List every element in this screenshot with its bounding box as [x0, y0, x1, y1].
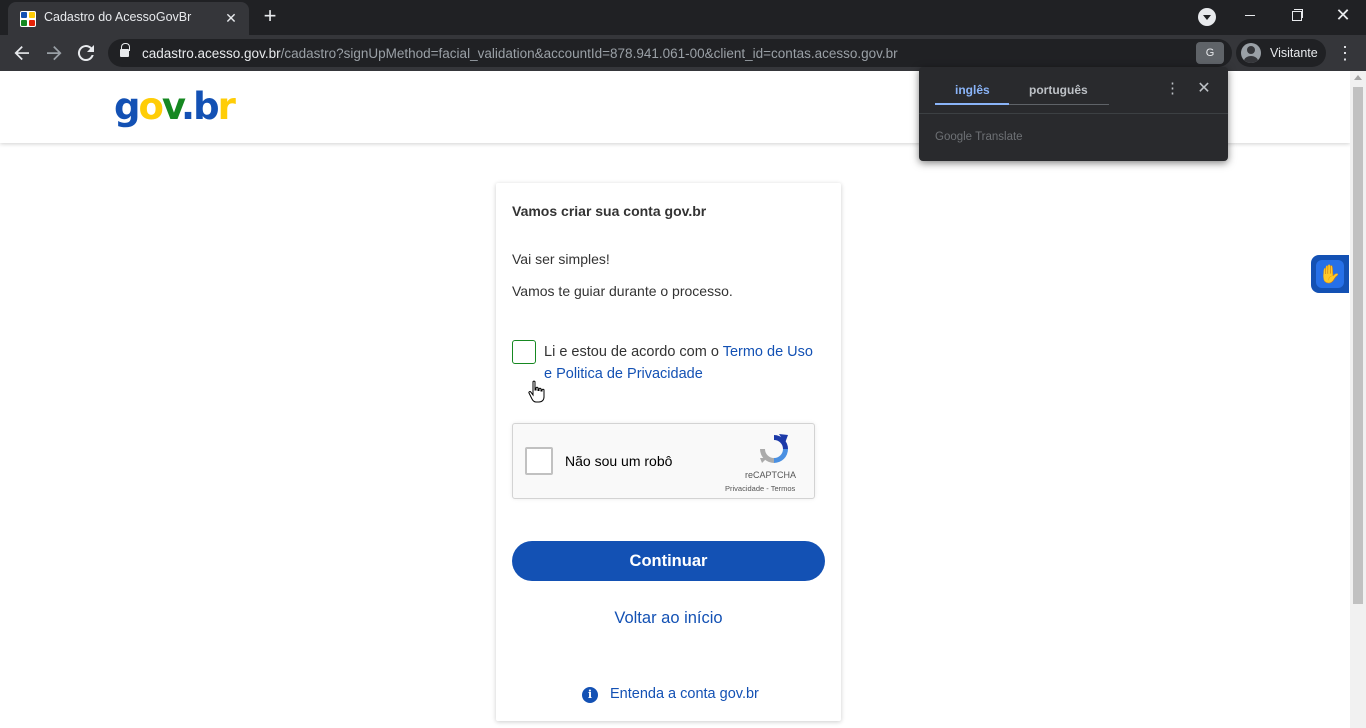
restore-window-button[interactable] — [1273, 2, 1319, 30]
tab-title: Cadastro do AcessoGovBr — [44, 10, 192, 24]
help-link[interactable]: Entenda a conta gov.br — [610, 686, 759, 702]
translate-footer: Google Translate — [935, 131, 1023, 143]
reload-icon[interactable] — [74, 41, 98, 65]
translate-tab-english[interactable]: inglês — [955, 83, 990, 97]
recaptcha-checkbox[interactable] — [525, 447, 553, 475]
hand-cursor-icon — [528, 380, 545, 403]
browser-tab[interactable]: Cadastro do AcessoGovBr ✕ — [8, 2, 249, 35]
recaptcha-label: Não sou um robô — [565, 453, 673, 469]
page-viewport: gov.br Vamos criar sua conta gov.br Vai … — [0, 71, 1366, 728]
continue-button[interactable]: Continuar — [512, 541, 825, 581]
govbr-logo[interactable]: gov.br — [114, 87, 236, 127]
browser-tab-strip: Cadastro do AcessoGovBr ✕ + ✕ — [0, 0, 1366, 35]
address-bar[interactable]: cadastro.acesso.gov.br/cadastro?signUpMe… — [108, 39, 1232, 67]
vlibras-accessibility-button[interactable]: ✋ — [1311, 255, 1349, 293]
translate-divider — [919, 113, 1228, 114]
translate-options-icon[interactable]: ⋮ — [1165, 79, 1180, 99]
recaptcha-logo-icon — [760, 434, 788, 463]
recaptcha-widget: Não sou um robô reCAPTCHA Privacidade - … — [512, 423, 815, 499]
back-to-start-link[interactable]: Voltar ao início — [512, 609, 825, 628]
active-tab-indicator — [935, 103, 1009, 105]
guide-text: Vamos te guiar durante o processo. — [512, 283, 733, 299]
profile-button[interactable]: Visitante — [1236, 39, 1326, 67]
terms-label: Li e estou de acordo com o Termo de Uso … — [544, 344, 813, 382]
translate-close-icon[interactable]: ✕ — [1195, 79, 1213, 99]
site-favicon-icon — [20, 11, 36, 27]
tab-divider — [1009, 104, 1109, 105]
card-title: Vamos criar sua conta gov.br — [512, 203, 707, 219]
url-text: cadastro.acesso.gov.br/cadastro?signUpMe… — [142, 46, 898, 61]
profile-label: Visitante — [1270, 46, 1318, 60]
intro-text: Vai ser simples! — [512, 251, 610, 267]
back-arrow-icon[interactable] — [10, 41, 34, 65]
terms-checkbox[interactable] — [512, 340, 536, 364]
browser-toolbar: cadastro.acesso.gov.br/cadastro?signUpMe… — [0, 35, 1366, 71]
translate-tab-portuguese[interactable]: português — [1029, 83, 1088, 97]
sign-language-hands-icon: ✋ — [1316, 260, 1344, 288]
tab-search-icon[interactable] — [1198, 8, 1216, 26]
avatar-icon — [1241, 43, 1261, 63]
info-icon: i — [582, 687, 598, 703]
new-tab-button[interactable]: + — [258, 5, 282, 29]
browser-menu-icon[interactable]: ⋮ — [1336, 41, 1354, 65]
signup-card: Vamos criar sua conta gov.br Vai ser sim… — [496, 183, 841, 721]
translate-popup: inglês português ⋮ ✕ Google Translate — [919, 67, 1228, 161]
recaptcha-brand: reCAPTCHA — [745, 470, 797, 480]
minimize-window-button[interactable] — [1227, 2, 1273, 30]
close-window-button[interactable]: ✕ — [1320, 2, 1366, 30]
scroll-up-arrow-icon[interactable] — [1354, 75, 1362, 80]
tab-close-icon[interactable]: ✕ — [223, 10, 239, 26]
forward-arrow-icon[interactable] — [42, 41, 66, 65]
translate-icon[interactable]: G — [1196, 42, 1224, 64]
recaptcha-links[interactable]: Privacidade - Termos — [725, 484, 795, 493]
lock-icon[interactable] — [120, 43, 130, 58]
page-scrollbar[interactable] — [1350, 71, 1366, 728]
scrollbar-thumb[interactable] — [1353, 87, 1363, 604]
